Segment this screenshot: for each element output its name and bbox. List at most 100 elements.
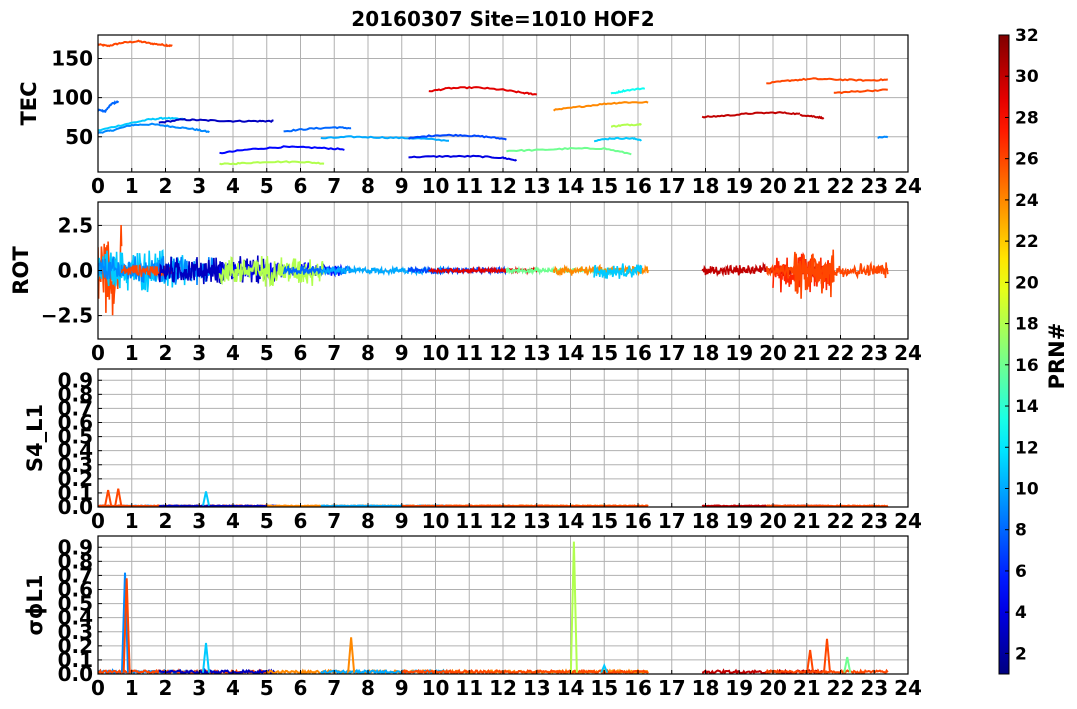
x-tick-label: 24 (894, 509, 922, 533)
y-tick-label: 0.0 (58, 259, 93, 283)
x-tick-label: 16 (624, 174, 652, 198)
tec-series-prn5 (219, 145, 345, 155)
tec-series-prn11 (593, 136, 642, 143)
x-tick-label: 5 (260, 509, 274, 533)
y-tick-label: 2.5 (58, 213, 93, 237)
spike-prn26 (823, 638, 831, 673)
x-tick-label: 3 (192, 341, 206, 365)
baseline-prn3 (158, 504, 278, 507)
x-tick-label: 16 (624, 676, 652, 700)
x-tick-label: 12 (489, 676, 517, 700)
panel-4: 0 1 2 3 4 5 6 7 8 9 10 11 12 13 14 15 16 17 18 19 20 21 22 23 24… (23, 535, 922, 700)
data-area (98, 39, 889, 166)
data-area (98, 224, 889, 316)
x-tick-label: 7 (327, 174, 341, 198)
x-tick-label: 21 (793, 509, 821, 533)
x-tick-label: 16 (624, 341, 652, 365)
figure: 20160307 Site=1010 HOF2 0 1 2 3 4 5 6 7 8 9 10 11 12… (9, 7, 1069, 700)
colorbar-tick-label: 30 (1015, 67, 1039, 87)
x-tick-label: 6 (294, 341, 308, 365)
x-tick-label: 8 (361, 509, 375, 533)
x-tick-label: 22 (827, 509, 855, 533)
x-tick-label: 19 (725, 174, 753, 198)
x-tick-label: 1 (125, 509, 139, 533)
x-tick-label: 7 (327, 341, 341, 365)
x-tick-label: 0 (91, 174, 105, 198)
tec-series-prn16 (506, 146, 632, 156)
x-tick-label: 11 (455, 676, 483, 700)
x-tick-label: 3 (192, 676, 206, 700)
x-tick-label: 22 (827, 676, 855, 700)
x-tick-label: 20 (759, 676, 787, 700)
x-tick-label: 16 (624, 509, 652, 533)
colorbar-tick-label: 2 (1015, 644, 1027, 664)
y-tick-label: 100 (51, 86, 93, 110)
x-tick-label: 20 (759, 174, 787, 198)
panel-1: 0 1 2 3 4 5 6 7 8 9 10 11 12 13 14 15 16 17 18 19 20 21 22 23 24… (17, 34, 922, 198)
x-tick-label: 17 (658, 676, 686, 700)
x-tick-label: 15 (590, 509, 618, 533)
x-tick-label: 14 (557, 509, 585, 533)
x-tick-label: 10 (422, 174, 450, 198)
x-tick-label: 17 (658, 341, 686, 365)
colorbar-tick-label: 18 (1015, 315, 1039, 335)
tec-series-prn30 (701, 111, 801, 119)
tec-series-prn8 (98, 100, 120, 113)
x-tick-label: 11 (455, 341, 483, 365)
x-tick-label: 18 (692, 174, 720, 198)
y-axis-label: ROT (9, 246, 33, 295)
spike-prn11 (202, 642, 210, 673)
x-tick-label: 4 (226, 341, 240, 365)
x-tick-label: 8 (361, 676, 375, 700)
x-tick-label: 20 (759, 341, 787, 365)
x-tick-label: 2 (159, 341, 173, 365)
x-tick-label: 2 (159, 174, 173, 198)
x-tick-label: 4 (226, 174, 240, 198)
x-tick-label: 6 (294, 174, 308, 198)
tec-series-prn30 (799, 113, 825, 120)
x-tick-label: 24 (894, 341, 922, 365)
baseline-prn26 (401, 504, 649, 507)
x-tick-label: 14 (557, 341, 585, 365)
x-tick-label: 15 (590, 676, 618, 700)
x-tick-label: 12 (489, 341, 517, 365)
tec-series-prn26 (833, 88, 888, 95)
x-tick-label: 8 (361, 341, 375, 365)
x-tick-label: 18 (692, 341, 720, 365)
x-tick-label: 5 (260, 341, 274, 365)
x-tick-label: 2 (159, 509, 173, 533)
x-tick-label: 21 (793, 341, 821, 365)
x-tick-label: 11 (455, 174, 483, 198)
x-tick-label: 7 (327, 676, 341, 700)
colorbar-tick-label: 32 (1015, 26, 1039, 46)
x-tick-label: 14 (557, 676, 585, 700)
grid (97, 536, 909, 675)
x-tick-label: 23 (860, 174, 888, 198)
tec-series-prn4 (408, 154, 518, 162)
x-tick-label: 17 (658, 174, 686, 198)
colorbar-tick-label: 24 (1015, 191, 1039, 211)
x-tick-label: 14 (557, 174, 585, 198)
tec-series-prn29 (428, 85, 538, 96)
x-tick-label: 13 (523, 341, 551, 365)
x-tick-label: 23 (860, 509, 888, 533)
colorbar-tick-label: 26 (1015, 150, 1039, 170)
colorbar-tick-label: 28 (1015, 108, 1039, 128)
x-tick-label: 15 (590, 341, 618, 365)
y-axis-label: σϕL1 (23, 574, 47, 635)
x-tick-label: 19 (725, 676, 753, 700)
spike-prn26 (806, 649, 815, 673)
spike-prn26 (114, 488, 123, 506)
colorbar-tick-label: 4 (1015, 603, 1027, 623)
x-tick-label: 15 (590, 174, 618, 198)
spike-prn11 (202, 491, 210, 506)
x-tick-label: 22 (827, 341, 855, 365)
tec-series-prn13 (610, 87, 646, 95)
y-tick-label: 150 (51, 46, 93, 70)
x-tick-label: 22 (827, 174, 855, 198)
tec-series-prn26 (766, 77, 888, 85)
x-tick-label: 9 (395, 174, 409, 198)
y-tick-label: 0.9 (58, 368, 93, 392)
x-tick-label: 9 (395, 509, 409, 533)
x-tick-label: 1 (125, 341, 139, 365)
